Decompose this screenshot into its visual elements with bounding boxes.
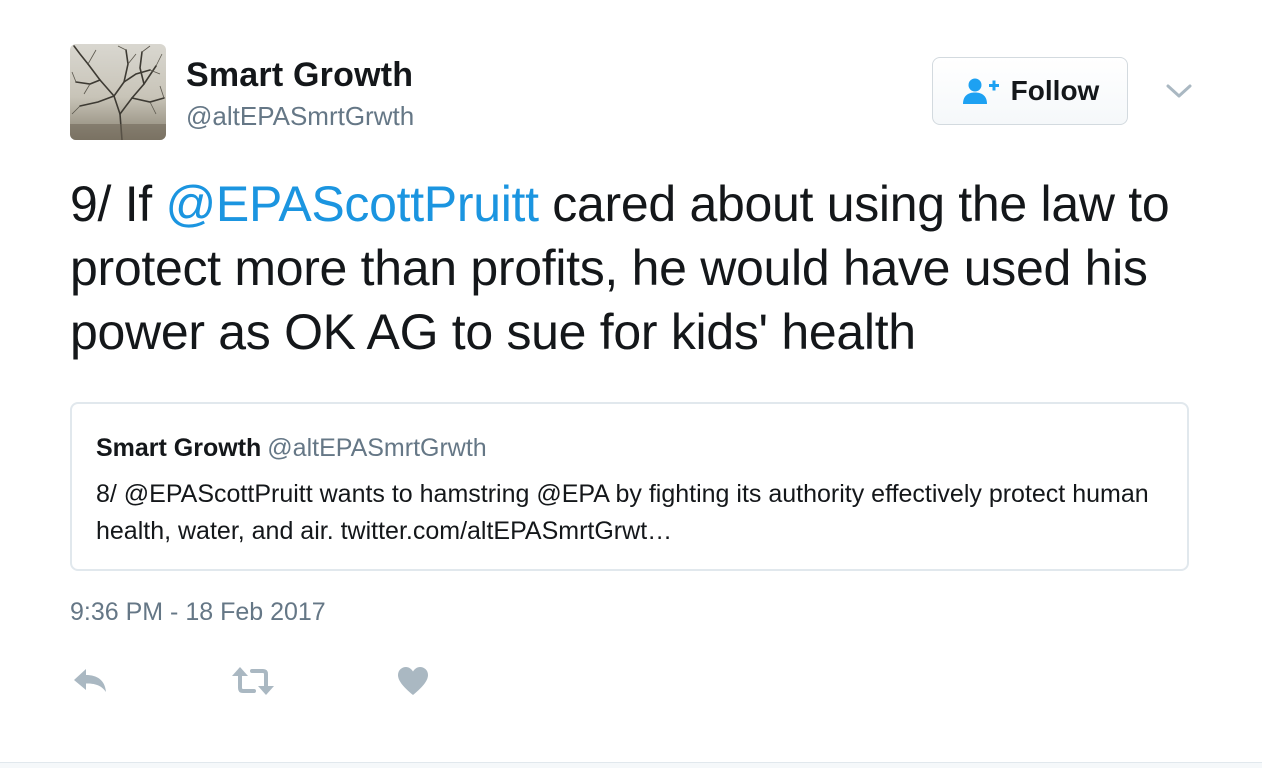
retweet-icon [232, 667, 274, 695]
tweet-timestamp[interactable]: 9:36 PM - 18 Feb 2017 [70, 598, 326, 627]
reply-icon [74, 669, 106, 692]
retweet-button[interactable] [230, 664, 276, 698]
tree-branches-image [70, 45, 166, 140]
like-icon [398, 667, 428, 695]
author-display-name[interactable]: Smart Growth [186, 56, 413, 95]
quoted-tweet-text: 8/ @EPAScottPruitt wants to hamstring @E… [96, 480, 1149, 545]
follow-button[interactable]: Follow [932, 57, 1128, 125]
add-user-icon [962, 78, 999, 104]
tweet-card: Smart Growth @altEPASmrtGrwth Follow 9/ … [0, 0, 1262, 762]
avatar[interactable] [70, 44, 166, 140]
quoted-tweet-header: Smart Growth @altEPASmrtGrwth [96, 434, 487, 463]
quoted-author-handle: @altEPASmrtGrwth [267, 434, 487, 462]
reply-button[interactable] [70, 664, 110, 698]
like-button[interactable] [396, 664, 436, 698]
author-screen-name[interactable]: @altEPASmrtGrwth [186, 101, 414, 132]
follow-label: Follow [1010, 75, 1100, 106]
chevron-down-icon [1166, 84, 1192, 98]
tweet-text: 9/ If @EPAScottPruitt cared about using … [70, 172, 1210, 364]
card-bottom-border [0, 762, 1262, 768]
mention-link[interactable]: @EPAScottPruitt [165, 176, 539, 232]
more-options-button[interactable] [1162, 76, 1196, 106]
quoted-author-name: Smart Growth [96, 434, 262, 462]
quoted-tweet[interactable]: Smart Growth @altEPASmrtGrwth 8/ @EPAScot… [70, 402, 1189, 571]
tweet-text-prefix: 9/ If [70, 176, 166, 232]
